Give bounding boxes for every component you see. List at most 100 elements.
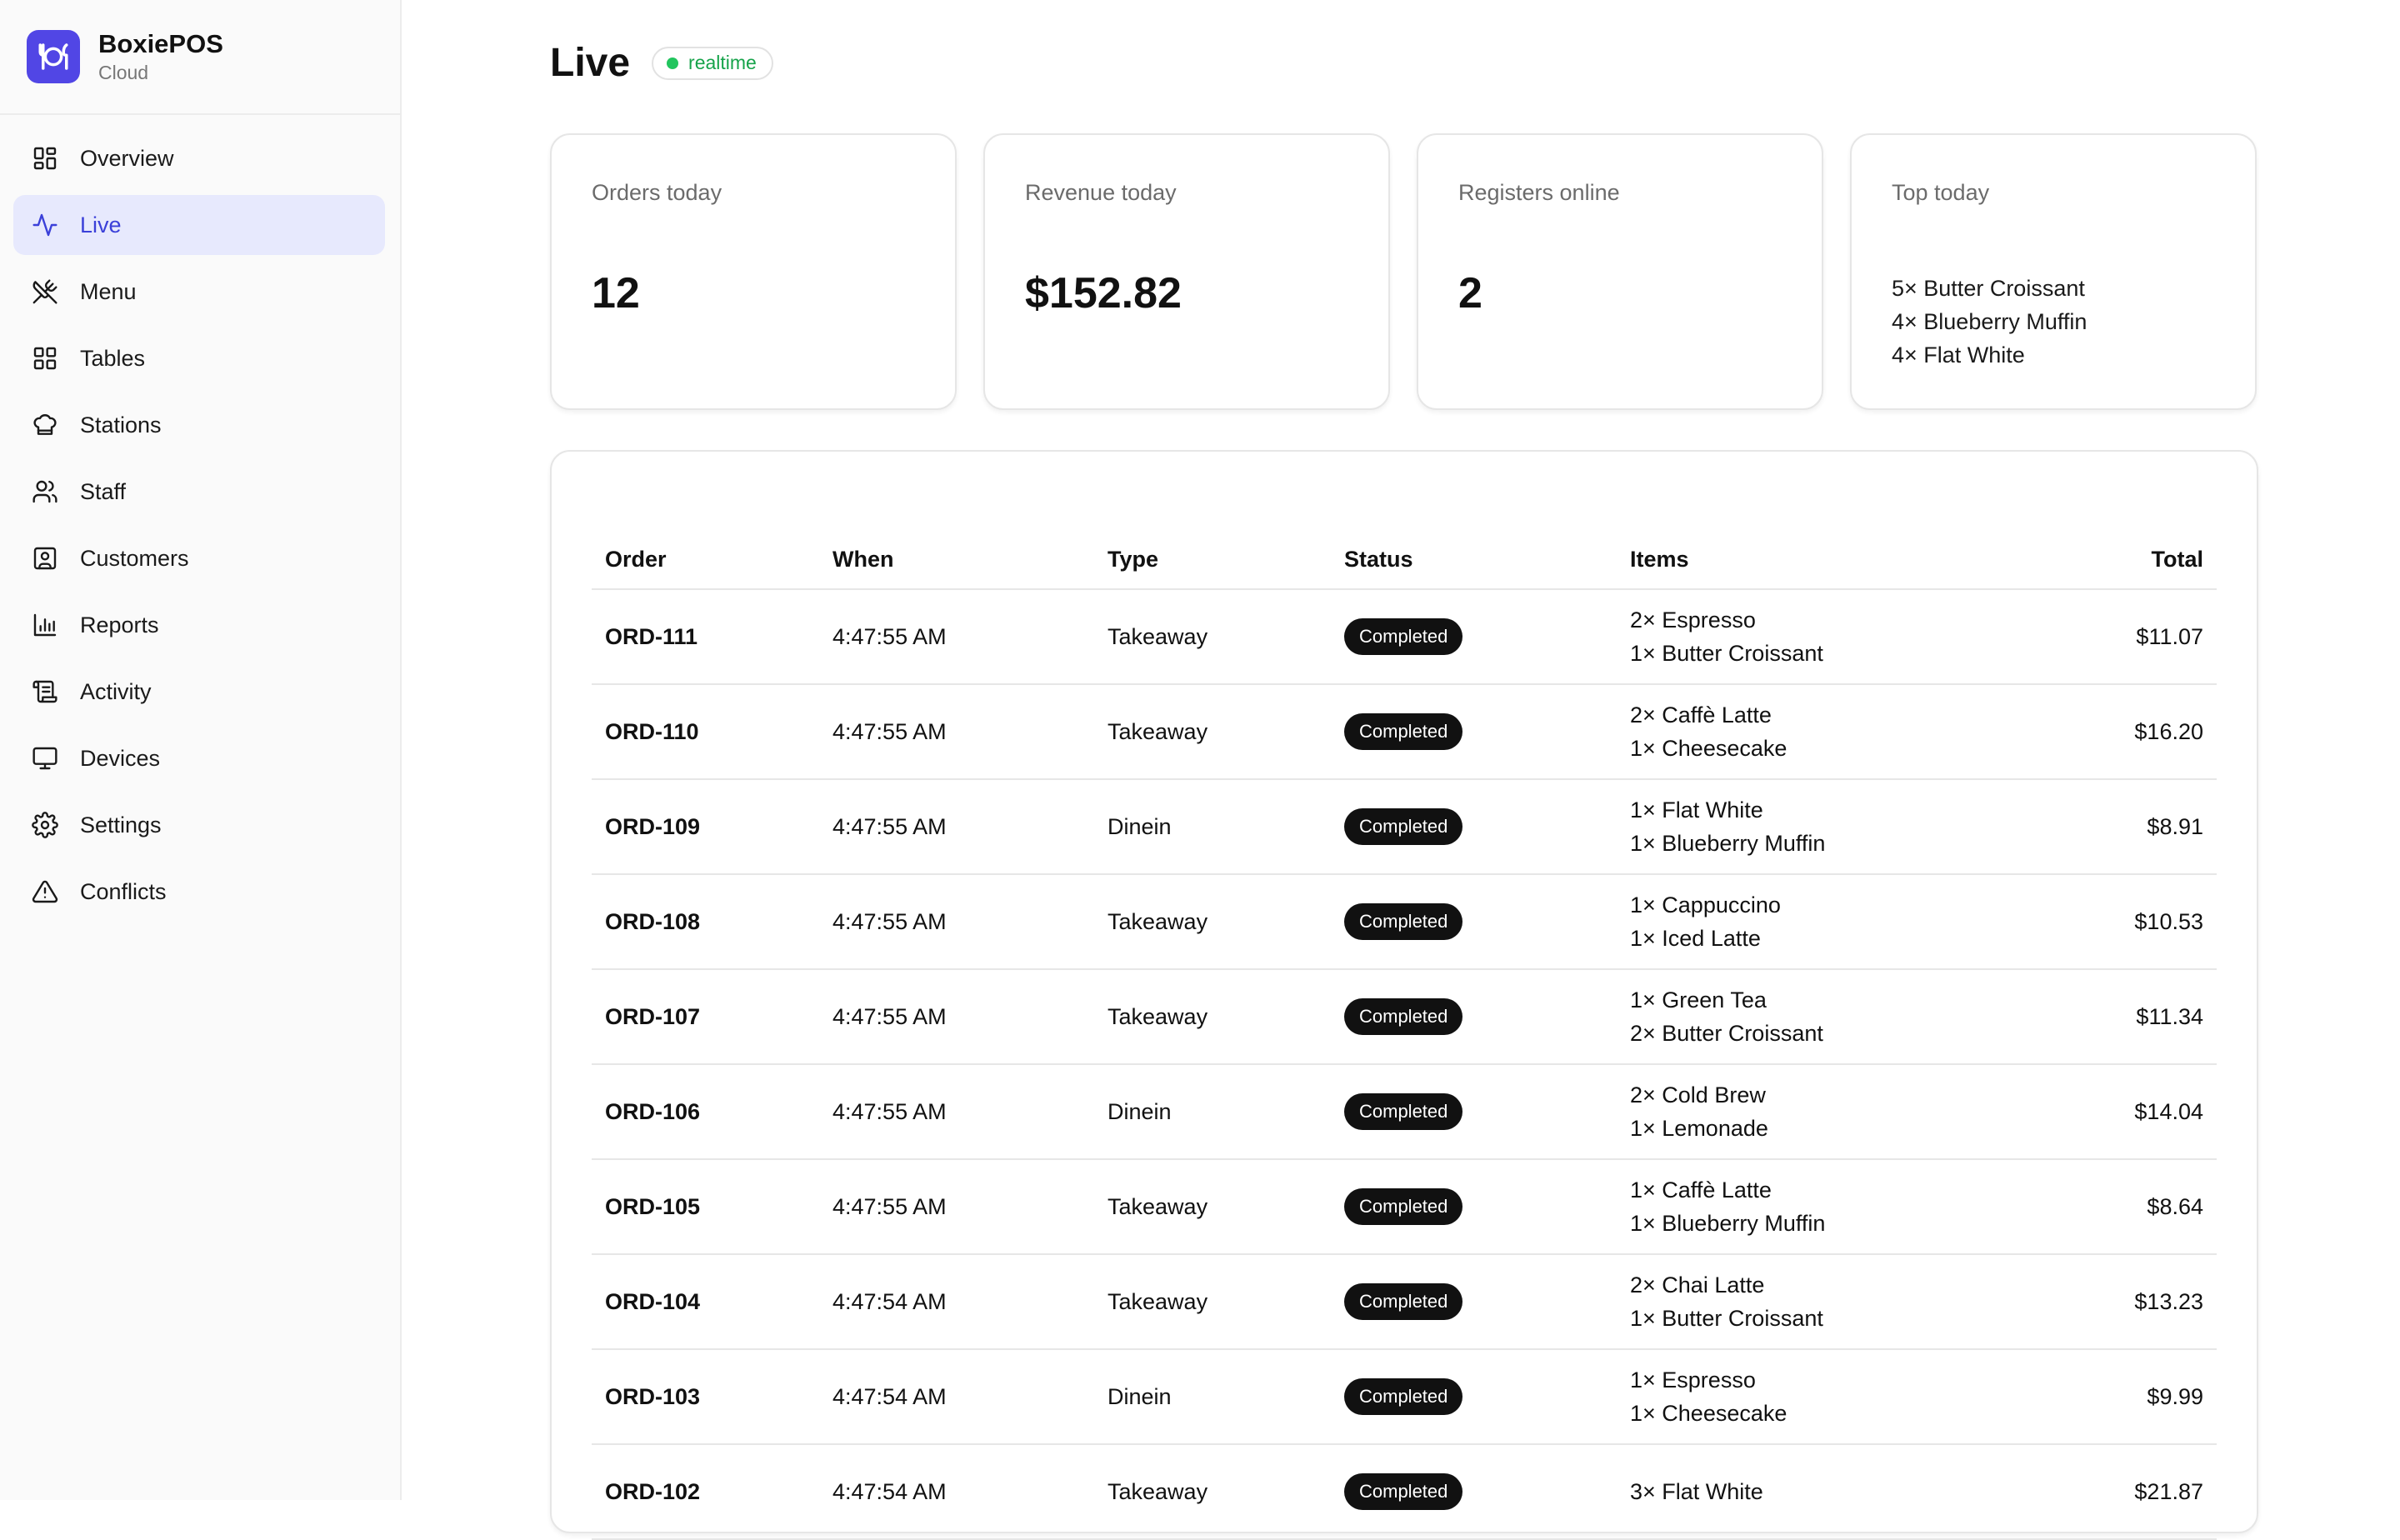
order-status-cell: Completed <box>1331 874 1617 970</box>
order-items: 1× Green Tea 2× Butter Croissant <box>1617 969 2048 1065</box>
sidebar-item-label: Live <box>80 212 122 238</box>
orders-table: Order When Type Status Items Total ORD-1… <box>592 530 2217 1540</box>
sidebar-item-label: Overview <box>80 145 174 171</box>
order-items: 3× Flat White <box>1617 1444 2048 1540</box>
order-status-cell: Completed <box>1331 1349 1617 1445</box>
status-badge: Completed <box>1344 808 1463 845</box>
gear-icon <box>32 812 58 838</box>
users-icon <box>32 480 58 503</box>
order-item-line: 1× Caffè Latte <box>1630 1178 1772 1202</box>
sidebar-item-devices[interactable]: Devices <box>13 728 385 788</box>
order-id: ORD-103 <box>592 1349 819 1445</box>
table-row[interactable]: ORD-104 4:47:54 AM Takeaway Completed 2×… <box>592 1254 2217 1350</box>
sidebar-item-activity[interactable]: Activity <box>13 662 385 722</box>
order-time: 4:47:55 AM <box>819 1064 1094 1160</box>
column-header-status: Status <box>1331 530 1617 590</box>
sidebar-item-customers[interactable]: Customers <box>13 528 385 588</box>
order-id: ORD-107 <box>592 969 819 1065</box>
activity-pulse-icon <box>32 213 58 237</box>
table-row[interactable]: ORD-107 4:47:55 AM Takeaway Completed 1×… <box>592 969 2217 1065</box>
sidebar-item-menu[interactable]: Menu <box>13 262 385 322</box>
order-status-cell: Completed <box>1331 1254 1617 1350</box>
brand-header: BoxiePOS Cloud <box>0 0 400 115</box>
order-item-line: 1× Butter Croissant <box>1630 641 1823 666</box>
sidebar-item-tables[interactable]: Tables <box>13 328 385 388</box>
table-row[interactable]: ORD-110 4:47:55 AM Takeaway Completed 2×… <box>592 684 2217 780</box>
sidebar-item-live[interactable]: Live <box>13 195 385 255</box>
order-items: 2× Caffè Latte 1× Cheesecake <box>1617 684 2048 780</box>
order-id: ORD-111 <box>592 589 819 685</box>
main-content: Live realtime Orders today 12 Revenue to… <box>402 0 2400 1540</box>
order-type: Takeaway <box>1094 1159 1331 1255</box>
orders-table-card: Order When Type Status Items Total ORD-1… <box>550 450 2258 1540</box>
order-type: Dinein <box>1094 1064 1331 1160</box>
sidebar-item-settings[interactable]: Settings <box>13 795 385 855</box>
order-item-line: 2× Espresso <box>1630 608 1756 632</box>
grid-icon <box>33 347 57 370</box>
sidebar-item-conflicts[interactable]: Conflicts <box>13 862 385 922</box>
order-status-cell: Completed <box>1331 1444 1617 1540</box>
utensils-crossed-icon <box>32 279 58 304</box>
table-row[interactable]: ORD-111 4:47:55 AM Takeaway Completed 2×… <box>592 589 2217 685</box>
status-badge: Completed <box>1344 903 1463 940</box>
bar-chart-icon <box>33 613 57 637</box>
table-row[interactable]: ORD-103 4:47:54 AM Dinein Completed 1× E… <box>592 1349 2217 1445</box>
order-time: 4:47:55 AM <box>819 779 1094 875</box>
sidebar-item-label: Menu <box>80 278 137 304</box>
order-id: ORD-110 <box>592 684 819 780</box>
table-header-row: Order When Type Status Items Total <box>592 530 2217 590</box>
order-total: $8.91 <box>2047 779 2217 875</box>
order-type: Takeaway <box>1094 1444 1331 1540</box>
column-header-items: Items <box>1617 530 2048 590</box>
order-items: 1× Caffè Latte 1× Blueberry Muffin <box>1617 1159 2048 1255</box>
sidebar-item-label: Customers <box>80 545 189 571</box>
sidebar-item-label: Stations <box>80 412 162 438</box>
order-items: 1× Flat White 1× Blueberry Muffin <box>1617 779 2048 875</box>
table-row[interactable]: ORD-108 4:47:55 AM Takeaway Completed 1×… <box>592 874 2217 970</box>
order-item-line: 1× Iced Latte <box>1630 926 1761 951</box>
logo-icon <box>27 30 80 83</box>
table-row[interactable]: ORD-102 4:47:54 AM Takeaway Completed 3×… <box>592 1444 2217 1540</box>
contact-icon <box>33 547 57 570</box>
order-status-cell: Completed <box>1331 1159 1617 1255</box>
table-row[interactable]: ORD-106 4:47:55 AM Dinein Completed 2× C… <box>592 1064 2217 1160</box>
order-item-line: 1× Blueberry Muffin <box>1630 831 1826 856</box>
stat-card-orders: Orders today 12 <box>550 133 957 410</box>
order-total: $14.04 <box>2047 1064 2217 1160</box>
order-time: 4:47:55 AM <box>819 684 1094 780</box>
order-type: Dinein <box>1094 779 1331 875</box>
status-badge: Completed <box>1344 713 1463 750</box>
sidebar-item-label: Reports <box>80 612 159 638</box>
order-items: 2× Espresso 1× Butter Croissant <box>1617 589 2048 685</box>
order-item-line: 1× Cheesecake <box>1630 736 1788 761</box>
order-id: ORD-108 <box>592 874 819 970</box>
order-item-line: 1× Flat White <box>1630 798 1763 822</box>
sidebar-item-stations[interactable]: Stations <box>13 395 385 455</box>
sidebar-item-staff[interactable]: Staff <box>13 462 385 522</box>
page-title: Live <box>550 41 631 85</box>
table-row[interactable]: ORD-109 4:47:55 AM Dinein Completed 1× F… <box>592 779 2217 875</box>
order-type: Takeaway <box>1094 969 1331 1065</box>
brand-name: BoxiePOS <box>98 29 223 58</box>
order-status-cell: Completed <box>1331 684 1617 780</box>
order-status-cell: Completed <box>1331 1064 1617 1160</box>
order-item-line: 1× Cappuccino <box>1630 892 1781 918</box>
order-id: ORD-109 <box>592 779 819 875</box>
stat-label: Orders today <box>592 180 722 205</box>
sidebar-item-label: Conflicts <box>80 878 167 904</box>
status-badge: Completed <box>1344 1378 1463 1415</box>
order-status-cell: Completed <box>1331 779 1617 875</box>
order-item-line: 1× Butter Croissant <box>1630 1306 1823 1331</box>
order-total: $16.20 <box>2047 684 2217 780</box>
table-row[interactable]: ORD-105 4:47:55 AM Takeaway Completed 1×… <box>592 1159 2217 1255</box>
sidebar-item-overview[interactable]: Overview <box>13 128 385 188</box>
stat-label: Top today <box>1892 180 1990 205</box>
order-items: 2× Cold Brew 1× Lemonade <box>1617 1064 2048 1160</box>
order-total: $21.87 <box>2047 1444 2217 1540</box>
grid-icon <box>33 147 57 170</box>
sidebar-item-reports[interactable]: Reports <box>13 595 385 655</box>
stat-card-top-today: Top today 5× Butter Croissant 4× Blueber… <box>1850 133 2257 410</box>
stat-value: 2 <box>1458 269 1482 318</box>
stat-label: Revenue today <box>1025 180 1177 205</box>
status-badge: Completed <box>1344 1473 1463 1510</box>
